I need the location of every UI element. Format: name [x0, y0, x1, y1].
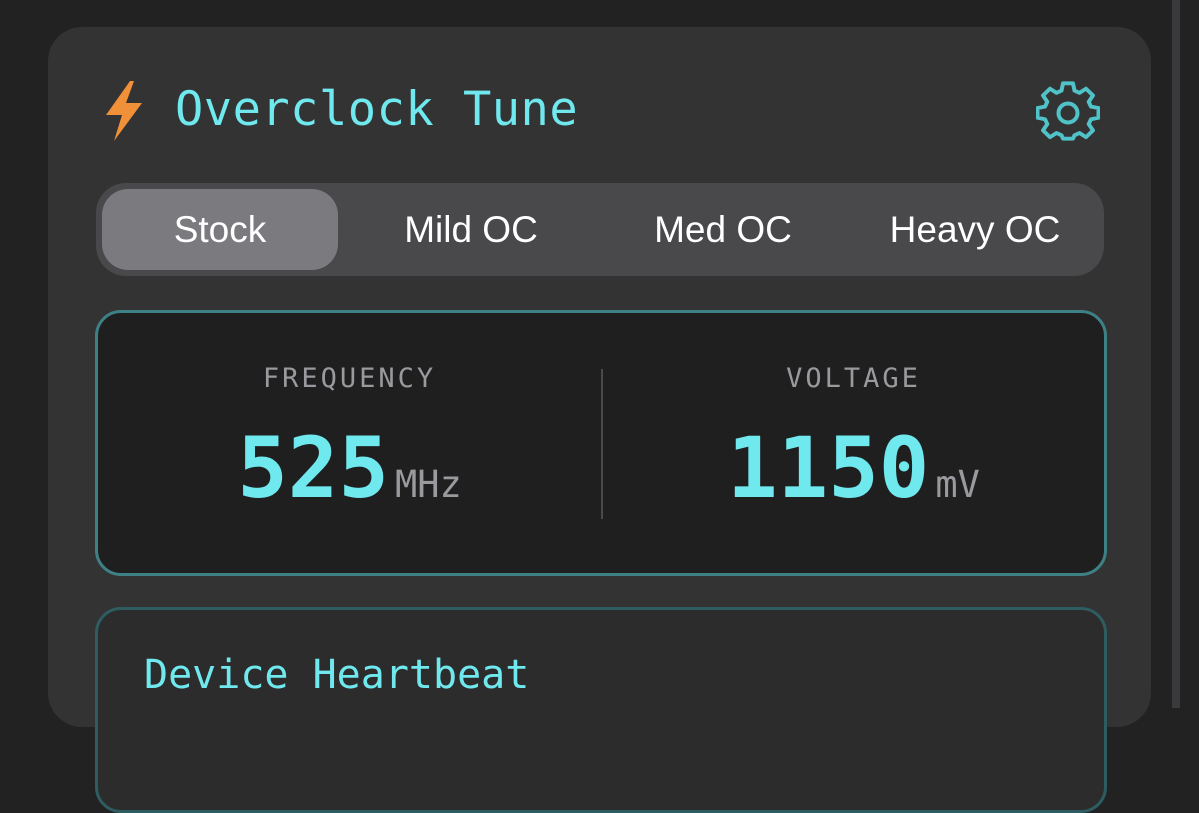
lightning-bolt-icon: [106, 81, 142, 141]
gear-icon[interactable]: [1036, 80, 1100, 144]
clock-readout-panel: FREQUENCY 525 MHz VOLTAGE 1150 mV: [95, 310, 1107, 576]
card-header: Overclock Tune: [48, 27, 1151, 197]
voltage-value: 1150: [727, 419, 930, 517]
frequency-unit: MHz: [394, 463, 462, 506]
overclock-card: Overclock Tune Stock Mild OC Med OC Heav…: [48, 27, 1151, 813]
preset-mild-oc[interactable]: Mild OC: [346, 189, 596, 270]
scrollbar[interactable]: [1172, 0, 1180, 708]
preset-stock[interactable]: Stock: [102, 189, 338, 270]
voltage-unit: mV: [935, 463, 980, 506]
device-heartbeat-panel: Device Heartbeat: [95, 607, 1107, 813]
voltage-label: VOLTAGE: [786, 363, 921, 394]
heartbeat-title: Device Heartbeat: [144, 652, 530, 698]
preset-heavy-oc[interactable]: Heavy OC: [850, 189, 1100, 270]
frequency-readout: FREQUENCY 525 MHz: [98, 313, 601, 573]
frequency-label: FREQUENCY: [262, 363, 437, 394]
voltage-readout: VOLTAGE 1150 mV: [603, 313, 1104, 573]
page-title: Overclock Tune: [175, 82, 579, 137]
frequency-value: 525: [237, 419, 389, 517]
preset-selector: Stock Mild OC Med OC Heavy OC: [96, 183, 1104, 276]
preset-med-oc[interactable]: Med OC: [598, 189, 848, 270]
